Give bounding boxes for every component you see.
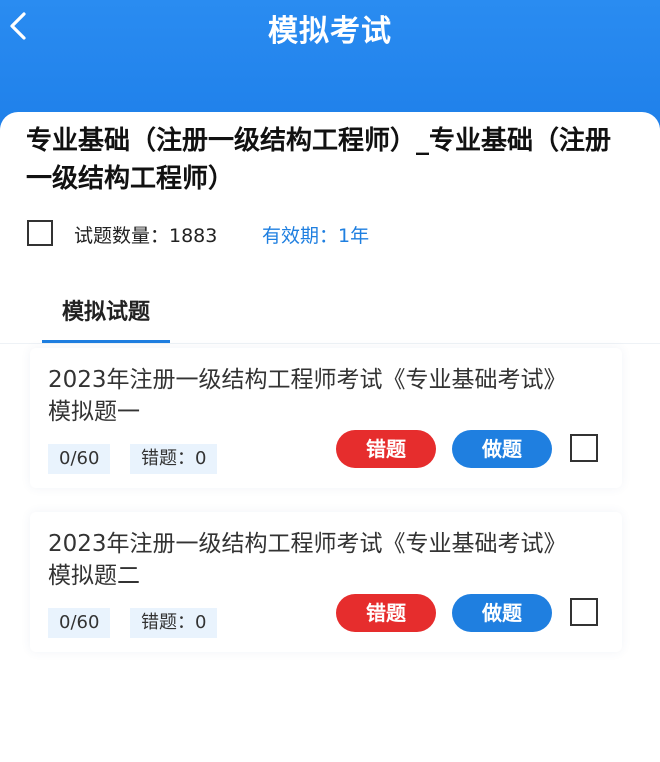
wrong-questions-button[interactable]: 错题 (336, 430, 436, 468)
exam-select-checkbox[interactable] (570, 434, 598, 462)
select-all-checkbox[interactable] (27, 220, 53, 246)
validity-period: 有效期：1年 (262, 225, 370, 247)
start-exam-button[interactable]: 做题 (452, 430, 552, 468)
course-title: 专业基础（注册一级结构工程师）_专业基础（注册一级结构工程师） (26, 126, 612, 194)
question-count: 试题数量：1883 (74, 225, 218, 247)
exam-title: 2023年注册一级结构工程师考试《专业基础考试》模拟题二 (48, 531, 567, 589)
wrong-count-badge: 错题：0 (130, 444, 218, 474)
progress-badge: 0/60 (48, 444, 111, 474)
tab-divider (0, 343, 660, 344)
progress-badge: 0/60 (48, 608, 111, 638)
exam-title: 2023年注册一级结构工程师考试《专业基础考试》模拟题一 (48, 367, 567, 425)
start-exam-button[interactable]: 做题 (452, 594, 552, 632)
content-card: 专业基础（注册一级结构工程师）_专业基础（注册一级结构工程师） 试题数量：188… (0, 112, 660, 762)
wrong-count-badge: 错题：0 (130, 608, 218, 638)
page-title: 模拟考试 (268, 14, 392, 49)
exam-select-checkbox[interactable] (570, 598, 598, 626)
wrong-questions-button[interactable]: 错题 (336, 594, 436, 632)
exam-item-1[interactable]: 2023年注册一级结构工程师考试《专业基础考试》模拟题一 0/60 错题：0 错… (30, 348, 622, 488)
tab-mock-exams[interactable]: 模拟试题 (42, 294, 170, 344)
exam-item-2[interactable]: 2023年注册一级结构工程师考试《专业基础考试》模拟题二 0/60 错题：0 错… (30, 512, 622, 652)
